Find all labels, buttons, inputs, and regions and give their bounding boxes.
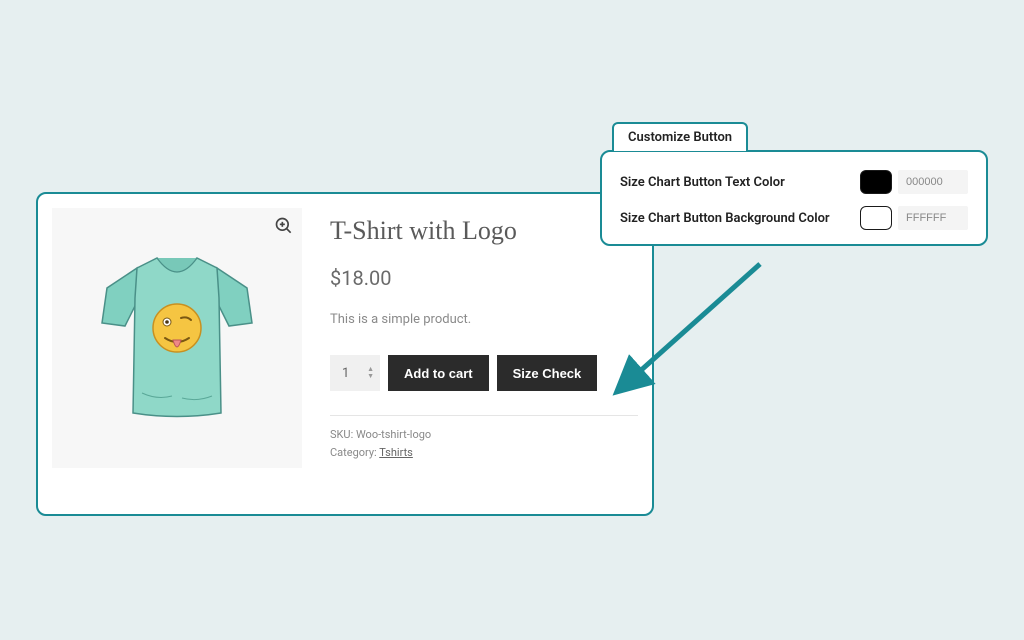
product-image-container — [52, 208, 302, 468]
product-title: T-Shirt with Logo — [330, 216, 638, 246]
add-to-cart-button[interactable]: Add to cart — [388, 355, 489, 391]
product-info: T-Shirt with Logo $18.00 This is a simpl… — [330, 208, 638, 500]
quantity-value: 1 — [342, 366, 349, 381]
sku-row: SKU: Woo-tshirt-logo — [330, 426, 638, 444]
product-price: $18.00 — [330, 266, 638, 290]
bg-color-row: Size Chart Button Background Color — [620, 206, 968, 230]
category-link[interactable]: Tshirts — [379, 446, 413, 459]
cart-row: 1 ▲▼ Add to cart Size Check — [330, 355, 638, 391]
color-swatch-text[interactable] — [860, 170, 892, 194]
magnify-plus-icon[interactable] — [274, 216, 294, 236]
divider — [330, 415, 638, 416]
text-color-row: Size Chart Button Text Color — [620, 170, 968, 194]
size-check-button[interactable]: Size Check — [497, 355, 598, 391]
quantity-stepper[interactable]: 1 ▲▼ — [330, 355, 380, 391]
sku-label: SKU: — [330, 428, 353, 441]
sku-value: Woo-tshirt-logo — [356, 428, 431, 441]
text-color-label: Size Chart Button Text Color — [620, 175, 785, 190]
product-card: T-Shirt with Logo $18.00 This is a simpl… — [36, 192, 654, 516]
bg-color-label: Size Chart Button Background Color — [620, 211, 830, 226]
hex-input-bg[interactable] — [898, 206, 968, 230]
product-description: This is a simple product. — [330, 312, 638, 327]
stepper-arrows-icon[interactable]: ▲▼ — [367, 366, 374, 380]
color-swatch-bg[interactable] — [860, 206, 892, 230]
text-color-controls — [860, 170, 968, 194]
category-row: Category: Tshirts — [330, 444, 638, 462]
popover-tab-customize[interactable]: Customize Button — [612, 122, 748, 151]
category-label: Category: — [330, 446, 377, 459]
bg-color-controls — [860, 206, 968, 230]
hex-input-text[interactable] — [898, 170, 968, 194]
customize-button-popover: Customize Button Size Chart Button Text … — [600, 150, 988, 246]
tshirt-image — [87, 238, 267, 438]
